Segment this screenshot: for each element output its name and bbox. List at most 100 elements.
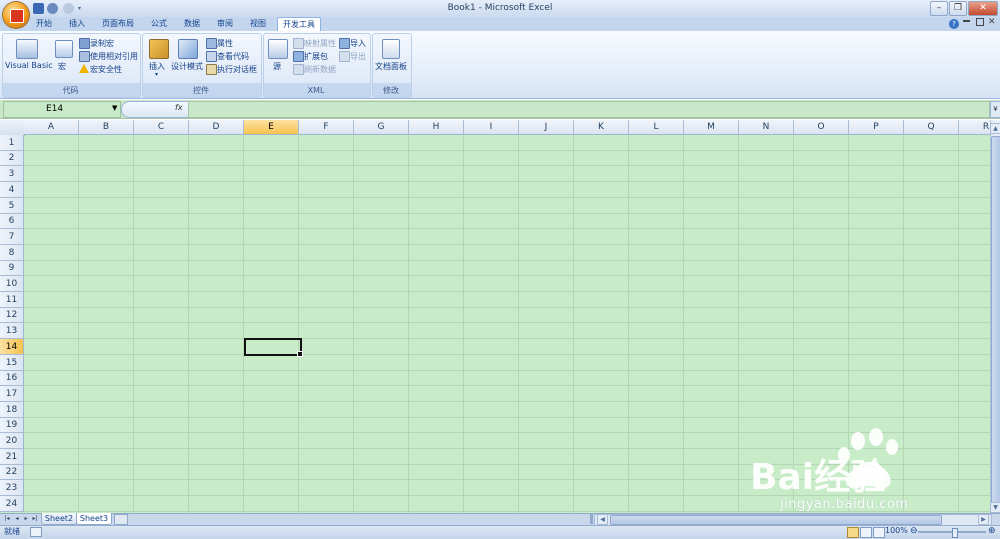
- column-header[interactable]: I: [464, 120, 519, 135]
- tab-home[interactable]: 开始: [31, 17, 57, 31]
- row-header[interactable]: 23: [0, 480, 24, 496]
- refresh-data-button[interactable]: 刷新数据: [304, 64, 336, 75]
- workbook-restore-icon[interactable]: [976, 18, 984, 26]
- row-header[interactable]: 11: [0, 292, 24, 308]
- document-panel-button[interactable]: 文档面板: [375, 61, 407, 72]
- row-header[interactable]: 24: [0, 496, 24, 512]
- active-cell[interactable]: [244, 338, 302, 356]
- tab-split-handle[interactable]: [590, 514, 593, 524]
- import-button[interactable]: 导入: [350, 38, 366, 49]
- row-header[interactable]: 5: [0, 198, 24, 214]
- page-break-view-icon[interactable]: [873, 527, 885, 538]
- row-header[interactable]: 4: [0, 182, 24, 198]
- prev-sheet-icon[interactable]: ◂: [13, 514, 21, 524]
- first-sheet-icon[interactable]: |◂: [3, 514, 11, 524]
- row-header[interactable]: 7: [0, 229, 24, 245]
- design-mode-button[interactable]: 设计模式: [171, 61, 203, 72]
- column-header[interactable]: H: [409, 120, 464, 135]
- name-box-dropdown-icon[interactable]: ▼: [112, 104, 117, 112]
- row-header[interactable]: 21: [0, 449, 24, 465]
- qat-customize-icon[interactable]: ▾: [78, 5, 81, 12]
- run-dialog-button[interactable]: 执行对话框: [217, 64, 257, 75]
- column-header[interactable]: C: [134, 120, 189, 135]
- select-all-button[interactable]: [0, 120, 25, 136]
- undo-icon[interactable]: [47, 3, 58, 14]
- name-box[interactable]: E14: [3, 101, 121, 118]
- column-header[interactable]: G: [354, 120, 409, 135]
- row-header[interactable]: 6: [0, 214, 24, 229]
- fill-handle[interactable]: [297, 351, 303, 357]
- insert-function-button[interactable]: fx: [175, 103, 183, 112]
- formula-input[interactable]: [188, 101, 990, 118]
- vertical-scroll-thumb[interactable]: [991, 136, 1000, 503]
- column-header[interactable]: L: [629, 120, 684, 135]
- map-properties-button[interactable]: 映射属性: [304, 38, 336, 49]
- scroll-down-icon[interactable]: ▼: [990, 502, 1000, 513]
- tab-data[interactable]: 数据: [179, 17, 205, 31]
- column-header[interactable]: D: [189, 120, 244, 135]
- scroll-up-icon[interactable]: ▲: [990, 123, 1000, 134]
- close-button[interactable]: ✕: [968, 1, 998, 16]
- row-header[interactable]: 14: [0, 339, 24, 355]
- restore-button[interactable]: ❐: [949, 1, 967, 16]
- macro-record-status-icon[interactable]: [30, 527, 42, 537]
- page-layout-view-icon[interactable]: [860, 527, 872, 538]
- row-header[interactable]: 19: [0, 418, 24, 433]
- tab-developer[interactable]: 开发工具: [277, 17, 321, 32]
- tab-insert[interactable]: 插入: [64, 17, 90, 31]
- tab-review[interactable]: 审阅: [212, 17, 238, 31]
- insert-sheet-icon[interactable]: [114, 514, 128, 525]
- zoom-in-icon[interactable]: ⊕: [988, 526, 996, 536]
- column-header[interactable]: J: [519, 120, 574, 135]
- column-header[interactable]: M: [684, 120, 739, 135]
- tab-view[interactable]: 视图: [245, 17, 271, 31]
- help-icon[interactable]: ?: [949, 19, 959, 29]
- row-header[interactable]: 17: [0, 386, 24, 402]
- zoom-slider-knob[interactable]: [952, 528, 958, 538]
- normal-view-icon[interactable]: [847, 527, 859, 538]
- ribbon-minimize-icon[interactable]: [963, 20, 970, 22]
- row-header[interactable]: 3: [0, 166, 24, 182]
- zoom-out-icon[interactable]: ⊖: [910, 526, 918, 536]
- minimize-button[interactable]: –: [930, 1, 948, 16]
- office-button[interactable]: [3, 2, 29, 28]
- row-header[interactable]: 1: [0, 135, 24, 151]
- save-icon[interactable]: [33, 3, 44, 14]
- row-header[interactable]: 18: [0, 402, 24, 418]
- row-header[interactable]: 9: [0, 261, 24, 276]
- row-header[interactable]: 8: [0, 245, 24, 261]
- tab-formulas[interactable]: 公式: [146, 17, 172, 31]
- column-header[interactable]: Q: [904, 120, 959, 135]
- row-header[interactable]: 15: [0, 355, 24, 371]
- macro-security-button[interactable]: 宏安全性: [90, 64, 122, 75]
- scroll-left-icon[interactable]: ◀: [597, 514, 608, 525]
- sheet-tab[interactable]: Sheet2: [41, 513, 77, 525]
- column-header[interactable]: N: [739, 120, 794, 135]
- next-sheet-icon[interactable]: ▸: [22, 514, 30, 524]
- column-header[interactable]: P: [849, 120, 904, 135]
- relative-reference-button[interactable]: 使用相对引用: [90, 51, 138, 62]
- macro-button[interactable]: 宏: [58, 61, 66, 72]
- export-button[interactable]: 导出: [350, 51, 366, 62]
- properties-button[interactable]: 属性: [217, 38, 233, 49]
- record-macro-button[interactable]: 录制宏: [90, 38, 114, 49]
- view-code-button[interactable]: 查看代码: [217, 51, 249, 62]
- row-header[interactable]: 13: [0, 323, 24, 339]
- row-header[interactable]: 22: [0, 465, 24, 480]
- column-header[interactable]: F: [299, 120, 354, 135]
- visual-basic-button[interactable]: Visual Basic: [5, 61, 53, 70]
- row-header[interactable]: 16: [0, 371, 24, 386]
- sheet-tab[interactable]: Sheet3: [76, 513, 112, 525]
- last-sheet-icon[interactable]: ▸|: [31, 514, 39, 524]
- column-header[interactable]: O: [794, 120, 849, 135]
- workbook-close-icon[interactable]: ✕: [988, 17, 996, 27]
- redo-icon[interactable]: [63, 3, 74, 14]
- column-header[interactable]: A: [24, 120, 79, 135]
- row-header[interactable]: 20: [0, 433, 24, 449]
- column-header[interactable]: B: [79, 120, 134, 135]
- expansion-packs-button[interactable]: 扩展包: [304, 51, 328, 62]
- row-header[interactable]: 10: [0, 276, 24, 292]
- column-header[interactable]: E: [244, 120, 299, 135]
- row-header[interactable]: 2: [0, 151, 24, 166]
- expand-formula-bar-icon[interactable]: ¥: [990, 101, 1000, 118]
